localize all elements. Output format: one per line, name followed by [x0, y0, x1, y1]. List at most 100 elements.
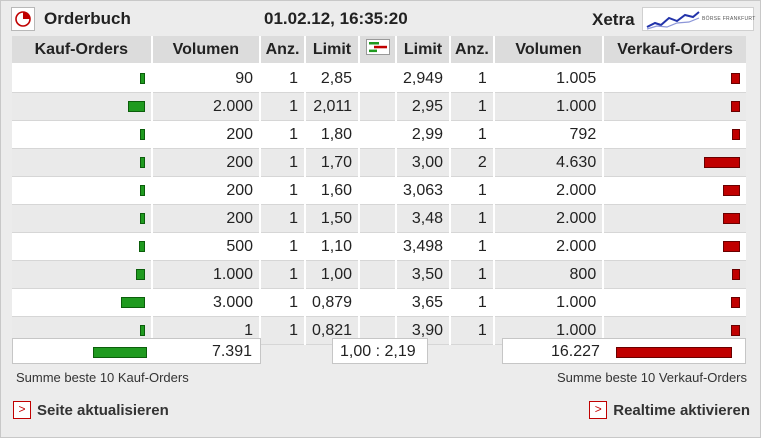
- buy-volume-cell: 2.000: [151, 92, 262, 121]
- sell-total-caption: Summe beste 10 Verkauf-Orders: [556, 370, 747, 385]
- table-row: 200 1 1,50 3,48 1 2.000: [12, 204, 746, 233]
- sell-bar-cell: [603, 92, 746, 121]
- sell-limit-cell: 2,99: [395, 120, 452, 149]
- buy-total-box: 7.391: [12, 338, 261, 364]
- buy-limit-cell: 1,80: [305, 120, 361, 149]
- buy-total-caption: Summe beste 10 Kauf-Orders: [16, 370, 189, 385]
- buy-limit-cell: 1,60: [305, 176, 361, 205]
- sell-count-cell: 1: [450, 204, 495, 233]
- buy-count-cell: 1: [260, 288, 306, 317]
- spacer-cell: [359, 64, 397, 93]
- buy-count-cell: 1: [260, 64, 306, 93]
- buy-bar-cell: [12, 288, 153, 317]
- sell-limit-cell: 2,949: [395, 64, 452, 93]
- sell-volume-bar: [731, 324, 740, 336]
- sell-bar-cell: [603, 148, 746, 177]
- sell-volume-cell: 792: [493, 120, 605, 149]
- sell-volume-bar: [723, 184, 740, 196]
- sell-volume-cell: 800: [493, 260, 605, 289]
- sell-count-cell: 1: [450, 232, 495, 261]
- sell-limit-cell: 3,50: [395, 260, 452, 289]
- buy-bar-cell: [12, 260, 153, 289]
- ratio-box: 1,00 : 2,19: [332, 338, 428, 364]
- timestamp: 01.02.12, 16:35:20: [264, 9, 408, 28]
- sell-limit-cell: 2,95: [395, 92, 452, 121]
- buy-bar-cell: [12, 148, 153, 177]
- sell-volume-cell: 4.630: [493, 148, 605, 177]
- buy-count-cell: 1: [260, 120, 306, 149]
- buy-volume-cell: 200: [151, 148, 262, 177]
- buy-bar-cell: [12, 64, 153, 93]
- buy-bar-cell: [12, 204, 153, 233]
- sell-volume-cell: 1.005: [493, 64, 605, 93]
- spacer-cell: [359, 260, 397, 289]
- sell-volume-bar: [723, 212, 740, 224]
- buy-count-cell: 1: [260, 260, 306, 289]
- table-row: 3.000 1 0,879 3,65 1 1.000: [12, 288, 746, 317]
- table-row: 2.000 1 2,011 2,95 1 1.000: [12, 92, 746, 121]
- page-title: Orderbuch: [44, 9, 131, 28]
- sell-total-bar: [616, 347, 732, 358]
- buy-volume-bar: [139, 212, 145, 224]
- col-buy-orders: Kauf-Orders: [12, 36, 153, 65]
- refresh-page-label[interactable]: Seite aktualisieren: [37, 402, 169, 419]
- sell-bar-cell: [603, 288, 746, 317]
- buy-limit-cell: 1,70: [305, 148, 361, 177]
- realtime-activate-button[interactable]: > Realtime aktivieren: [589, 399, 750, 421]
- buy-count-cell: 1: [260, 204, 306, 233]
- table-row: 200 1 1,60 3,063 1 2.000: [12, 176, 746, 205]
- buy-limit-cell: 1,00: [305, 260, 361, 289]
- sell-total-value: 16.227: [551, 343, 600, 360]
- buy-volume-bar: [138, 240, 145, 252]
- table-row: 1.000 1 1,00 3,50 1 800: [12, 260, 746, 289]
- orderbook-panel: Orderbuch 01.02.12, 16:35:20 Xetra BÖRSE…: [0, 0, 761, 438]
- toggle-view-button[interactable]: [359, 36, 397, 65]
- spacer-cell: [359, 204, 397, 233]
- buy-volume-cell: 200: [151, 204, 262, 233]
- orderbook-logo-icon: [11, 7, 35, 31]
- buy-count-cell: 1: [260, 176, 306, 205]
- buy-limit-cell: 2,85: [305, 64, 361, 93]
- sell-bar-cell: [603, 64, 746, 93]
- arrow-right-icon[interactable]: >: [13, 401, 31, 419]
- col-sell-volume: Volumen: [493, 36, 605, 65]
- sell-limit-cell: 3,063: [395, 176, 452, 205]
- buy-volume-bar: [139, 128, 145, 140]
- col-buy-count: Anz.: [260, 36, 306, 65]
- arrow-right-icon[interactable]: >: [589, 401, 608, 419]
- exchange-logo-text: BÖRSE FRANKFURT: [702, 16, 756, 22]
- table-row: 200 1 1,80 2,99 1 792: [12, 120, 746, 149]
- spacer-cell: [359, 176, 397, 205]
- realtime-activate-label[interactable]: Realtime aktivieren: [613, 402, 750, 419]
- sell-volume-bar: [731, 72, 740, 84]
- buy-volume-bar: [139, 324, 145, 336]
- spacer-cell: [359, 92, 397, 121]
- sell-volume-cell: 1.000: [493, 288, 605, 317]
- buy-volume-cell: 1.000: [151, 260, 262, 289]
- buy-volume-bar: [127, 100, 145, 112]
- buy-count-cell: 1: [260, 148, 306, 177]
- sell-bar-cell: [603, 176, 746, 205]
- buy-limit-cell: 1,10: [305, 232, 361, 261]
- sell-limit-cell: 3,48: [395, 204, 452, 233]
- orderbook-table: Kauf-Orders Volumen Anz. Limit Limit Anz…: [12, 36, 746, 345]
- col-sell-count: Anz.: [450, 36, 495, 65]
- sell-count-cell: 1: [450, 316, 495, 345]
- sell-count-cell: 1: [450, 176, 495, 205]
- refresh-page-button[interactable]: > Seite aktualisieren: [13, 399, 169, 421]
- col-buy-volume: Volumen: [151, 36, 262, 65]
- sell-volume-bar: [732, 128, 740, 140]
- buy-count-cell: 1: [260, 92, 306, 121]
- buy-volume-cell: 500: [151, 232, 262, 261]
- sell-volume-cell: 2.000: [493, 204, 605, 233]
- spacer-cell: [359, 288, 397, 317]
- orderbook-toggle-icon[interactable]: [365, 39, 390, 60]
- buy-volume-cell: 90: [151, 64, 262, 93]
- sell-volume-bar: [731, 100, 740, 112]
- buy-limit-cell: 1,50: [305, 204, 361, 233]
- sell-limit-cell: 3,65: [395, 288, 452, 317]
- sell-volume-cell: 2.000: [493, 232, 605, 261]
- buy-sell-ratio: 1,00 : 2,19: [340, 343, 416, 360]
- sell-bar-cell: [603, 260, 746, 289]
- spacer-cell: [359, 120, 397, 149]
